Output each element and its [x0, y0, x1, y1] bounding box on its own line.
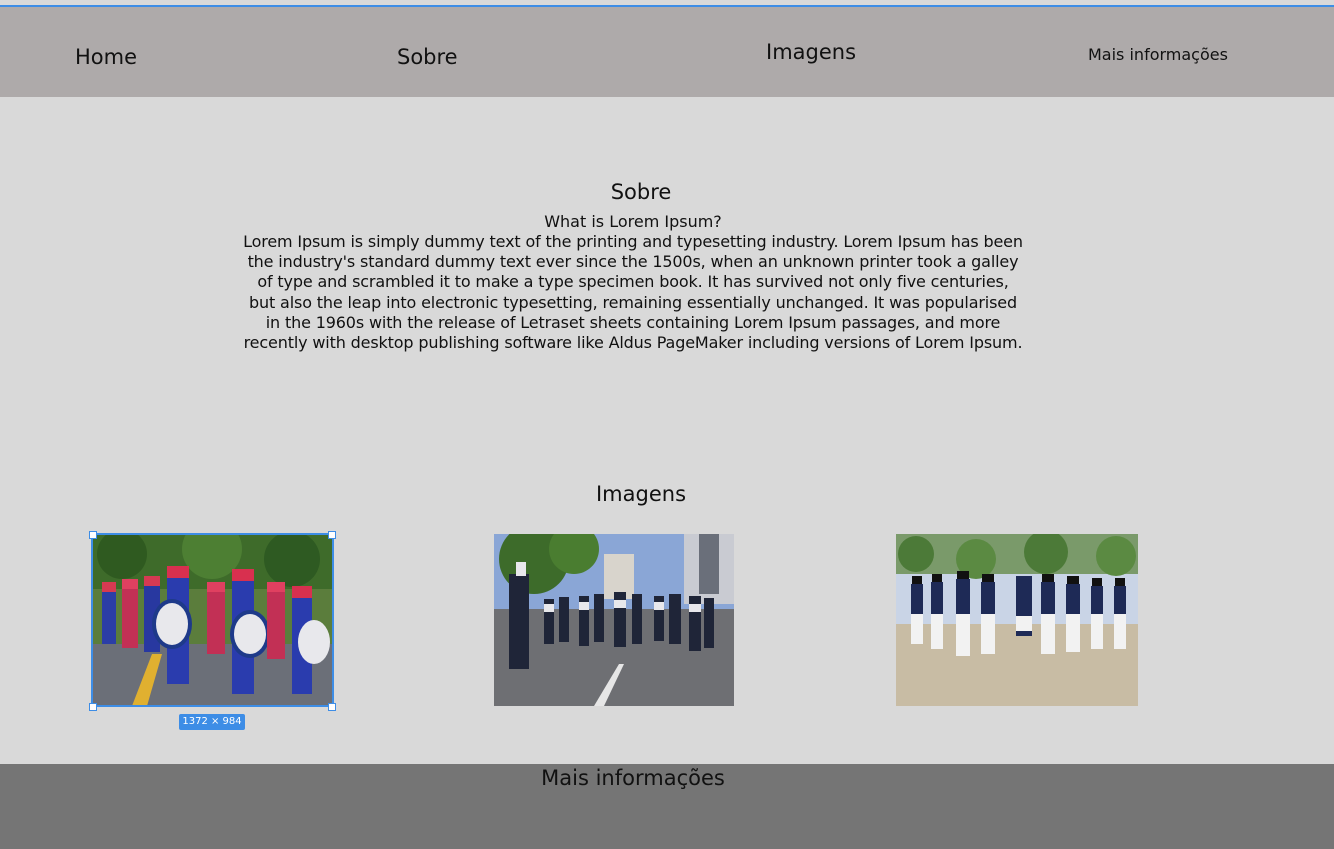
nav-mais-informacoes-link[interactable]: Mais informações	[1088, 45, 1228, 64]
gallery-image-red-band[interactable]	[91, 533, 334, 707]
sobre-title: Sobre	[610, 180, 672, 204]
sobre-lead: What is Lorem Ipsum?	[544, 212, 722, 231]
navbar: Home Sobre Imagens Mais informações	[0, 7, 1334, 97]
sobre-paragraph: Lorem Ipsum is simply dummy text of the …	[243, 232, 1023, 353]
footer-title: Mais informações	[541, 766, 725, 790]
selection-handle-bottom-left[interactable]	[89, 703, 97, 711]
gallery-image-street-band[interactable]	[494, 534, 734, 706]
selection-handle-top-right[interactable]	[328, 531, 336, 539]
gallery-image-plaza-band[interactable]	[896, 534, 1138, 706]
nav-home-link[interactable]: Home	[75, 45, 137, 69]
selection-handle-top-left[interactable]	[89, 531, 97, 539]
nav-sobre-link[interactable]: Sobre	[397, 45, 458, 69]
selection-handle-bottom-right[interactable]	[328, 703, 336, 711]
imagens-title: Imagens	[595, 482, 687, 506]
image-size-badge: 1372 × 984	[179, 714, 245, 730]
footer: Mais informações	[0, 764, 1334, 849]
nav-imagens-link[interactable]: Imagens	[766, 40, 856, 64]
